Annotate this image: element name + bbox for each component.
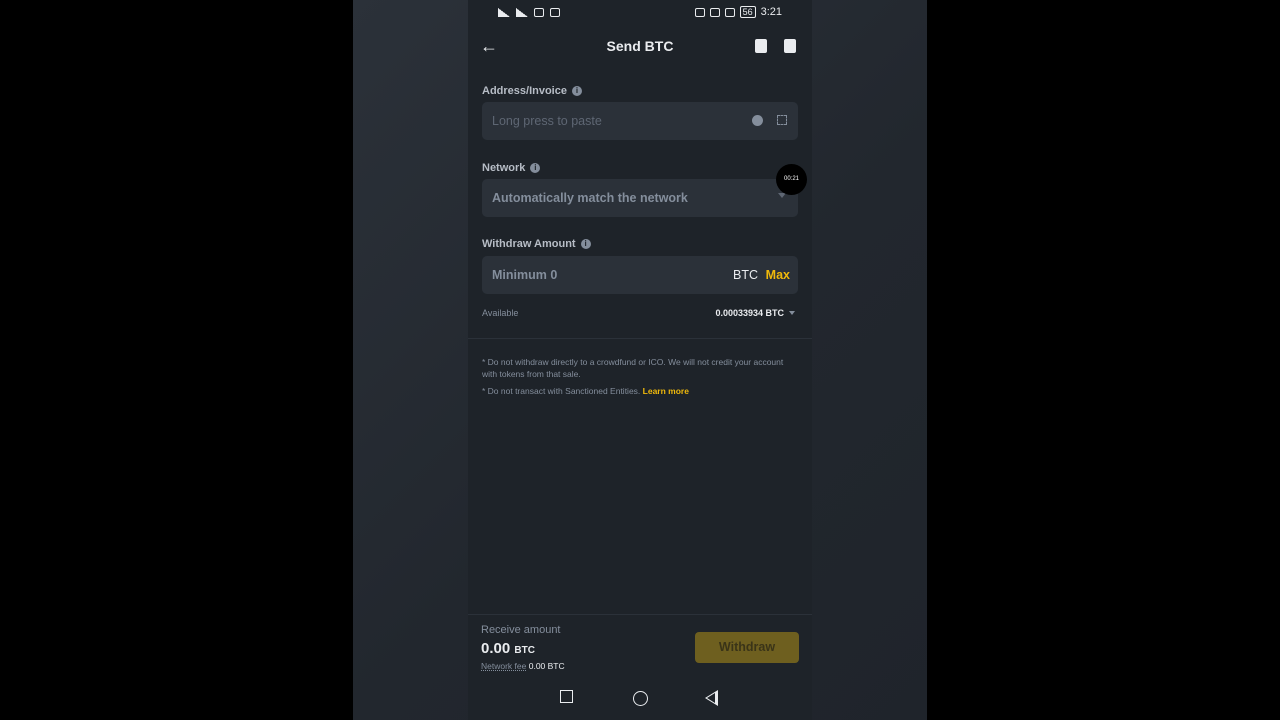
chevron-down-icon xyxy=(789,311,795,315)
amount-input[interactable]: Minimum 0 BTC Max xyxy=(482,256,798,294)
alarm-icon xyxy=(709,7,720,17)
network-fee: Network fee 0.00 BTC xyxy=(481,661,565,671)
receive-amount: 0.00 BTC xyxy=(481,640,535,657)
battery-icon: 56 xyxy=(739,6,756,18)
back-nav-icon[interactable] xyxy=(705,690,718,706)
address-label: Address/Invoice i xyxy=(482,85,582,97)
recents-nav-icon[interactable] xyxy=(560,690,573,703)
available-value[interactable]: 0.00033934 BTC xyxy=(715,308,795,318)
address-book-icon[interactable] xyxy=(752,115,763,126)
note-crowdfund: * Do not withdraw directly to a crowdfun… xyxy=(482,357,784,379)
address-input[interactable]: Long press to paste xyxy=(482,102,798,140)
withdraw-button[interactable]: Withdraw xyxy=(695,632,799,663)
receive-unit: BTC xyxy=(514,645,535,656)
history-icon[interactable] xyxy=(784,39,796,53)
timer-badge: 00:21 xyxy=(776,164,807,195)
bluetooth-icon xyxy=(724,7,735,17)
divider xyxy=(468,338,812,339)
contacts-icon[interactable] xyxy=(755,39,767,53)
status-time: 3:21 xyxy=(760,6,782,18)
network-label: Network i xyxy=(482,162,541,174)
cast-icon xyxy=(694,7,705,17)
divider xyxy=(468,614,812,615)
fee-value: 0.00 BTC xyxy=(528,661,565,671)
learn-more-link[interactable]: Learn more xyxy=(643,386,689,396)
wifi-icon xyxy=(534,8,544,17)
amount-label: Withdraw Amount i xyxy=(482,238,591,250)
network-select[interactable]: Automatically match the network xyxy=(482,179,798,217)
receive-label: Receive amount xyxy=(481,624,561,636)
info-icon[interactable]: i xyxy=(571,86,582,96)
scan-icon[interactable] xyxy=(777,115,787,125)
available-label: Available xyxy=(482,308,519,318)
header: ← Send BTC xyxy=(468,34,812,60)
fee-label[interactable]: Network fee xyxy=(481,661,526,671)
info-icon[interactable]: i xyxy=(530,163,541,173)
video-icon xyxy=(550,8,560,17)
amount-unit: BTC xyxy=(733,268,758,282)
max-button[interactable]: Max xyxy=(766,268,790,282)
network-placeholder: Automatically match the network xyxy=(492,191,688,205)
signal-icon xyxy=(516,8,528,17)
info-icon[interactable]: i xyxy=(580,239,591,249)
amount-placeholder: Minimum 0 xyxy=(492,268,558,282)
home-nav-icon[interactable] xyxy=(633,691,648,706)
status-bar: 56 3:21 xyxy=(468,6,812,24)
address-placeholder: Long press to paste xyxy=(492,114,602,128)
note-sanctions: * Do not transact with Sanctioned Entiti… xyxy=(482,386,689,396)
signal-icon xyxy=(498,8,510,17)
